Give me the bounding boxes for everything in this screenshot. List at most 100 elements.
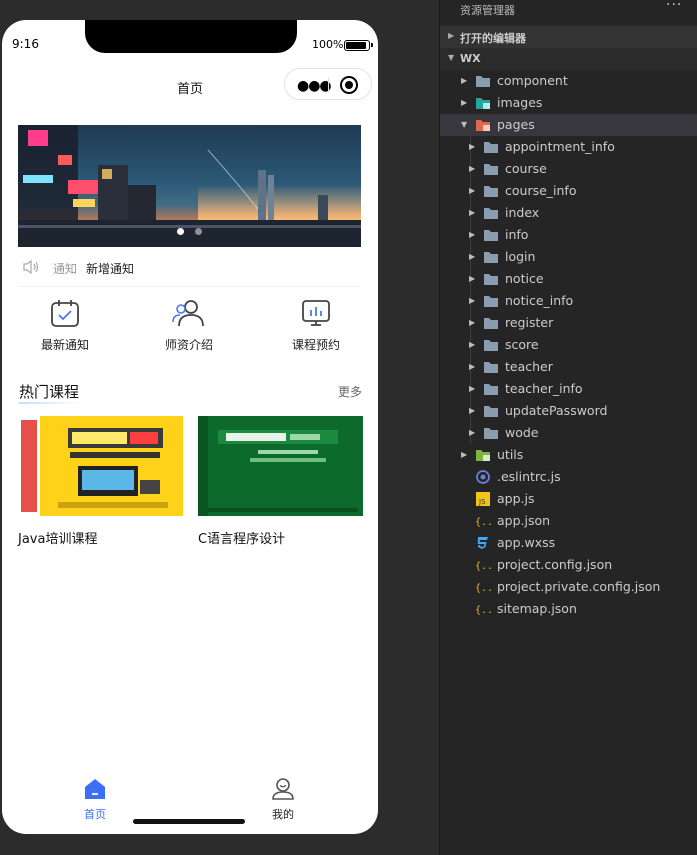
tree-folder-images[interactable]: ▶ images (440, 92, 697, 114)
folder-icon (484, 142, 498, 153)
tree-folder-teacher[interactable]: ▶ teacher (440, 356, 697, 378)
tree-label: notice_info (505, 293, 574, 308)
tree-label: course_info (505, 183, 577, 198)
menu-label: 最新通知 (40, 338, 89, 352)
section-label: 打开的编辑器 (460, 32, 526, 45)
folder-icon (484, 406, 498, 417)
capsule-divider (328, 77, 329, 93)
tree-folder-update-password[interactable]: ▶ updatePassword (440, 400, 697, 422)
tab-home[interactable]: 首页 (65, 776, 125, 822)
tree-file-project-private-config[interactable]: {..} project.private.config.json (440, 576, 697, 598)
tree-folder-score[interactable]: ▶ score (440, 334, 697, 356)
css-file-icon (477, 537, 488, 549)
tree-folder-teacher-info[interactable]: ▶ teacher_info (440, 378, 697, 400)
banner-carousel[interactable] (18, 125, 361, 247)
more-icon[interactable]: ●●● (297, 78, 332, 94)
tree-folder-index[interactable]: ▶ index (440, 202, 697, 224)
tree-label: info (505, 227, 529, 242)
tree-label: component (497, 73, 568, 88)
tree-file-sitemap[interactable]: {..} sitemap.json (440, 598, 697, 620)
chevron-right-icon: ▶ (469, 274, 476, 283)
notice-bar[interactable]: 通知 新增通知 (22, 259, 362, 277)
folder-icon (484, 384, 498, 395)
user-icon (272, 778, 294, 800)
menu-item-course-booking[interactable]: 课程预约 (266, 298, 366, 353)
tree-label: pages (497, 117, 535, 132)
eslint-icon (476, 470, 490, 484)
menu-label: 师资介绍 (164, 338, 213, 352)
pages-folder-icon (476, 120, 490, 131)
close-icon[interactable] (340, 76, 358, 94)
chevron-right-icon: ▶ (469, 296, 476, 305)
more-actions-icon[interactable]: ··· (666, 0, 682, 13)
tree-folder-appointment-info[interactable]: ▶ appointment_info (440, 136, 697, 158)
chevron-down-icon: ▼ (461, 120, 468, 129)
folder-icon (484, 340, 498, 351)
menu-item-latest-notice[interactable]: 最新通知 (15, 298, 115, 353)
tab-label-mine: 我的 (272, 808, 294, 821)
status-time: 9:16 (12, 37, 39, 51)
folder-icon (484, 428, 498, 439)
folder-icon (484, 274, 498, 285)
section-label: WX (460, 52, 481, 65)
tree-folder-course-info[interactable]: ▶ course_info (440, 180, 697, 202)
tree-label: register (505, 315, 554, 330)
menu-label: 课程预约 (291, 338, 340, 352)
project-root-section[interactable]: ▼ WX (440, 48, 697, 70)
carousel-dot-1[interactable] (176, 228, 184, 235)
open-editors-section[interactable]: ▶ 打开的编辑器 (440, 26, 697, 48)
notice-text[interactable]: 新增通知 (86, 260, 134, 277)
tab-mine[interactable]: 我的 (253, 776, 313, 822)
menu-item-teachers[interactable]: 师资介绍 (139, 298, 239, 353)
battery-icon (344, 40, 373, 51)
speaker-icon (23, 259, 39, 275)
folder-icon (484, 318, 498, 329)
tree-folder-register[interactable]: ▶ register (440, 312, 697, 334)
tree-label: login (505, 249, 536, 264)
tree-label: .eslintrc.js (497, 469, 561, 484)
json-file-icon: {..} (475, 517, 491, 528)
tree-file-app-json[interactable]: {..} app.json (440, 510, 697, 532)
mini-program-capsule: ●●● (284, 68, 372, 100)
presentation-chart-icon (302, 300, 330, 326)
tree-folder-login[interactable]: ▶ login (440, 246, 697, 268)
json-file-icon: {..} (475, 583, 491, 594)
tree-file-app-js[interactable]: JS app.js (440, 488, 697, 510)
explorer-title: 资源管理器 (460, 4, 515, 17)
folder-icon (484, 362, 498, 373)
tree-file-eslintrc[interactable]: .eslintrc.js (440, 466, 697, 488)
tree-file-project-config[interactable]: {..} project.config.json (440, 554, 697, 576)
chevron-right-icon: ▶ (469, 406, 476, 415)
utils-folder-icon (476, 450, 490, 461)
tree-file-app-wxss[interactable]: app.wxss (440, 532, 697, 554)
chevron-right-icon: ▶ (469, 208, 476, 217)
tree-folder-component[interactable]: ▶ component (440, 70, 697, 92)
tree-label: app.js (497, 491, 535, 506)
course-card[interactable]: C语言程序设计 (198, 416, 363, 547)
divider (18, 286, 361, 287)
chevron-right-icon: ▶ (469, 362, 476, 371)
chevron-right-icon: ▶ (469, 252, 476, 261)
course-name: C语言程序设计 (198, 532, 286, 547)
tree-folder-notice[interactable]: ▶ notice (440, 268, 697, 290)
home-icon (85, 779, 105, 799)
more-link[interactable]: 更多 (338, 383, 362, 400)
tree-folder-pages[interactable]: ▼ pages (440, 114, 697, 136)
home-indicator (133, 819, 245, 824)
chevron-right-icon: ▶ (448, 31, 455, 40)
course-card[interactable]: Java培训课程 (18, 416, 183, 547)
folder-icon (476, 76, 490, 87)
tree-label: images (497, 95, 543, 110)
chevron-down-icon: ▼ (448, 53, 455, 62)
users-icon (172, 300, 204, 327)
tree-folder-info[interactable]: ▶ info (440, 224, 697, 246)
tree-label: index (505, 205, 540, 220)
calendar-check-icon (51, 300, 79, 327)
tree-folder-course[interactable]: ▶ course (440, 158, 697, 180)
tree-folder-wode[interactable]: ▶ wode (440, 422, 697, 444)
tree-folder-notice-info[interactable]: ▶ notice_info (440, 290, 697, 312)
course-cover-image (18, 416, 183, 516)
carousel-dot-2[interactable] (195, 228, 203, 235)
tree-folder-utils[interactable]: ▶ utils (440, 444, 697, 466)
svg-text:{..}: {..} (475, 561, 491, 572)
